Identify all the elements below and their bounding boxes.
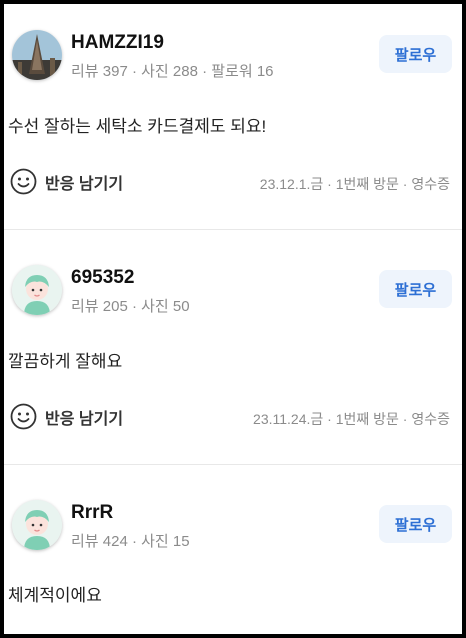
- review-text: 깔끔하게 잘해요: [8, 352, 123, 371]
- react-button[interactable]: 반응 남기기: [10, 403, 123, 430]
- review-text: 수선 잘하는 세탁소 카드결제도 되요!: [8, 117, 267, 136]
- review-item: 695352 리뷰 205 · 사진 50 팔로우 깔끔하게 잘해요 반응 남기…: [4, 230, 462, 465]
- react-label: 반응 남기기: [45, 410, 124, 428]
- follow-button[interactable]: 팔로우: [379, 35, 452, 73]
- follow-button[interactable]: 팔로우: [379, 270, 452, 308]
- smiley-icon: [10, 168, 37, 195]
- username[interactable]: RrrR: [71, 502, 113, 524]
- review-item: HAMZZI19 리뷰 397 · 사진 288 · 팔로워 16 팔로우 수선…: [4, 4, 462, 230]
- review-text: 체계적이에요: [8, 586, 102, 605]
- follow-button[interactable]: 팔로우: [379, 505, 452, 543]
- smiley-icon: [10, 403, 37, 430]
- user-stats: 리뷰 397 · 사진 288 · 팔로워 16: [71, 63, 274, 80]
- user-stats: 리뷰 424 · 사진 15: [71, 533, 190, 550]
- visit-meta: 23.12.1.금 · 1번째 방문 · 영수증: [259, 176, 450, 192]
- visit-meta: 23.11.24.금 · 1번째 방문 · 영수증: [253, 411, 450, 427]
- user-avatar-photo[interactable]: [12, 30, 62, 80]
- username[interactable]: 695352: [71, 267, 134, 289]
- review-list: HAMZZI19 리뷰 397 · 사진 288 · 팔로워 16 팔로우 수선…: [4, 4, 462, 634]
- react-button[interactable]: 반응 남기기: [10, 168, 123, 195]
- user-stats: 리뷰 205 · 사진 50: [71, 298, 190, 315]
- user-avatar-default[interactable]: [12, 500, 62, 550]
- user-avatar-default[interactable]: [12, 265, 62, 315]
- react-label: 반응 남기기: [45, 175, 124, 193]
- username[interactable]: HAMZZI19: [71, 32, 164, 54]
- review-item: RrrR 리뷰 424 · 사진 15 팔로우 체계적이에요: [4, 465, 462, 634]
